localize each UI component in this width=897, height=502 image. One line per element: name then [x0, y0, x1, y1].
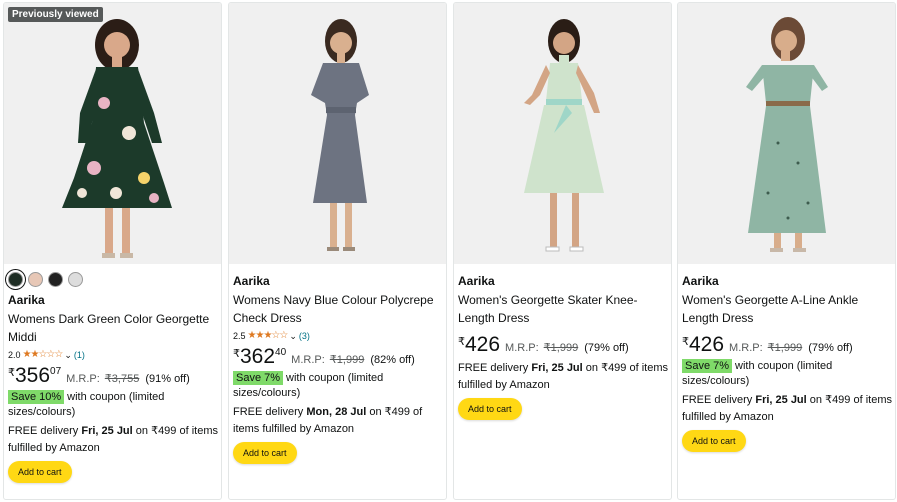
- rating-value: 2.0: [8, 350, 21, 360]
- product-title[interactable]: Womens Dark Green Color Georgette Middi: [8, 310, 218, 346]
- rating[interactable]: 2.0 ★★☆☆☆ ⌄ (1): [8, 349, 218, 361]
- mrp-value: ₹3,755: [104, 373, 140, 385]
- product-card[interactable]: Aarika Womens Navy Blue Colour Polycrepe…: [228, 2, 447, 500]
- star-rating-icon[interactable]: ★★☆☆☆: [23, 349, 64, 361]
- chevron-down-icon[interactable]: ⌄: [64, 349, 72, 361]
- product-brand: Aarika: [458, 274, 495, 288]
- price-whole: 426: [465, 333, 501, 356]
- price: ₹ 426 M.R.P: ₹1,999 (79% off): [458, 333, 668, 357]
- discount-percent: (79% off): [808, 342, 853, 354]
- mrp-value: ₹1,999: [543, 342, 579, 354]
- price: ₹ 426 M.R.P: ₹1,999 (79% off): [682, 333, 892, 357]
- review-count[interactable]: (3): [299, 330, 310, 342]
- mrp-value: ₹1,999: [767, 342, 803, 354]
- chevron-down-icon[interactable]: ⌄: [289, 330, 297, 342]
- delivery-info: FREE delivery Fri, 25 Jul on ₹499 of ite…: [682, 392, 892, 426]
- coupon-badge: Save 7%: [233, 371, 284, 385]
- mrp-label: M.R.P:: [505, 342, 539, 354]
- star-rating-icon[interactable]: ★★★☆☆: [248, 330, 289, 342]
- discount-percent: (82% off): [370, 354, 415, 366]
- color-swatch[interactable]: [8, 272, 23, 287]
- delivery-info: FREE delivery Mon, 28 Jul on ₹499 of ite…: [233, 404, 443, 438]
- product-image[interactable]: [454, 3, 671, 264]
- coupon: Save 7% with coupon (limited sizes/colour…: [233, 371, 443, 401]
- product-card[interactable]: Aarika Women's Georgette A-Line Ankle Le…: [677, 2, 896, 500]
- product-brand: Aarika: [8, 293, 45, 307]
- price-whole: 356: [15, 364, 51, 387]
- delivery-prefix: FREE delivery: [233, 406, 307, 418]
- price-whole: 426: [689, 333, 725, 356]
- color-swatch[interactable]: [48, 272, 63, 287]
- product-title[interactable]: Women's Georgette Skater Knee-Length Dre…: [458, 291, 668, 327]
- mrp-label: M.R.P:: [291, 354, 325, 366]
- color-swatches: [8, 272, 218, 287]
- dress-image-mint-skater: [524, 19, 604, 252]
- currency-symbol: ₹: [233, 348, 240, 360]
- delivery-prefix: FREE delivery: [682, 394, 756, 406]
- price-fraction: 40: [275, 347, 287, 358]
- color-swatch[interactable]: [28, 272, 43, 287]
- dress-image-grey-check: [311, 19, 369, 251]
- delivery-date: Fri, 25 Jul: [531, 362, 583, 374]
- product-image[interactable]: [678, 3, 895, 264]
- mrp-label: M.R.P:: [66, 373, 100, 385]
- color-swatch[interactable]: [68, 272, 83, 287]
- product-title[interactable]: Women's Georgette A-Line Ankle Length Dr…: [682, 291, 892, 327]
- dress-image-sage-aline: [746, 17, 828, 252]
- delivery-info: FREE delivery Fri, 25 Jul on ₹499 of ite…: [8, 423, 218, 457]
- price: ₹ 362 40 M.R.P: ₹1,999 (82% off): [233, 345, 443, 369]
- delivery-prefix: FREE delivery: [8, 425, 82, 437]
- currency-symbol: ₹: [682, 336, 689, 348]
- add-to-cart-button[interactable]: Add to cart: [8, 461, 72, 483]
- product-image[interactable]: [229, 3, 446, 264]
- delivery-prefix: FREE delivery: [458, 362, 532, 374]
- rating[interactable]: 2.5 ★★★☆☆ ⌄ (3): [233, 330, 443, 342]
- price: ₹ 356 07 M.R.P: ₹3,755 (91% off): [8, 364, 218, 388]
- product-brand: Aarika: [233, 274, 270, 288]
- mrp-label: M.R.P:: [729, 342, 763, 354]
- delivery-date: Fri, 25 Jul: [81, 425, 133, 437]
- product-card[interactable]: Previously viewed Aarika Womens Dark Gre…: [3, 2, 222, 500]
- add-to-cart-button[interactable]: Add to cart: [233, 442, 297, 464]
- coupon-badge: Save 10%: [8, 390, 65, 404]
- coupon-badge: Save 7%: [682, 359, 733, 373]
- add-to-cart-button[interactable]: Add to cart: [682, 430, 746, 452]
- product-brand: Aarika: [682, 274, 719, 288]
- currency-symbol: ₹: [8, 367, 15, 379]
- coupon: Save 7% with coupon (limited sizes/colour…: [682, 359, 892, 389]
- product-image[interactable]: Previously viewed: [4, 3, 221, 264]
- discount-percent: (79% off): [584, 342, 629, 354]
- product-title[interactable]: Womens Navy Blue Colour Polycrepe Check …: [233, 291, 443, 327]
- coupon: Save 10% with coupon (limited sizes/colou…: [8, 390, 218, 420]
- add-to-cart-button[interactable]: Add to cart: [458, 398, 522, 420]
- price-fraction: 07: [50, 366, 62, 377]
- discount-percent: (91% off): [145, 373, 190, 385]
- delivery-info: FREE delivery Fri, 25 Jul on ₹499 of ite…: [458, 360, 668, 394]
- rating-value: 2.5: [233, 331, 246, 341]
- price-whole: 362: [240, 345, 276, 368]
- product-card[interactable]: Aarika Women's Georgette Skater Knee-Len…: [453, 2, 672, 500]
- previously-viewed-badge: Previously viewed: [8, 7, 103, 22]
- dress-image-dark-green-floral: [62, 19, 172, 258]
- review-count[interactable]: (1): [74, 349, 85, 361]
- currency-symbol: ₹: [458, 336, 465, 348]
- mrp-value: ₹1,999: [329, 354, 365, 366]
- delivery-date: Fri, 25 Jul: [755, 394, 807, 406]
- delivery-date: Mon, 28 Jul: [306, 406, 367, 418]
